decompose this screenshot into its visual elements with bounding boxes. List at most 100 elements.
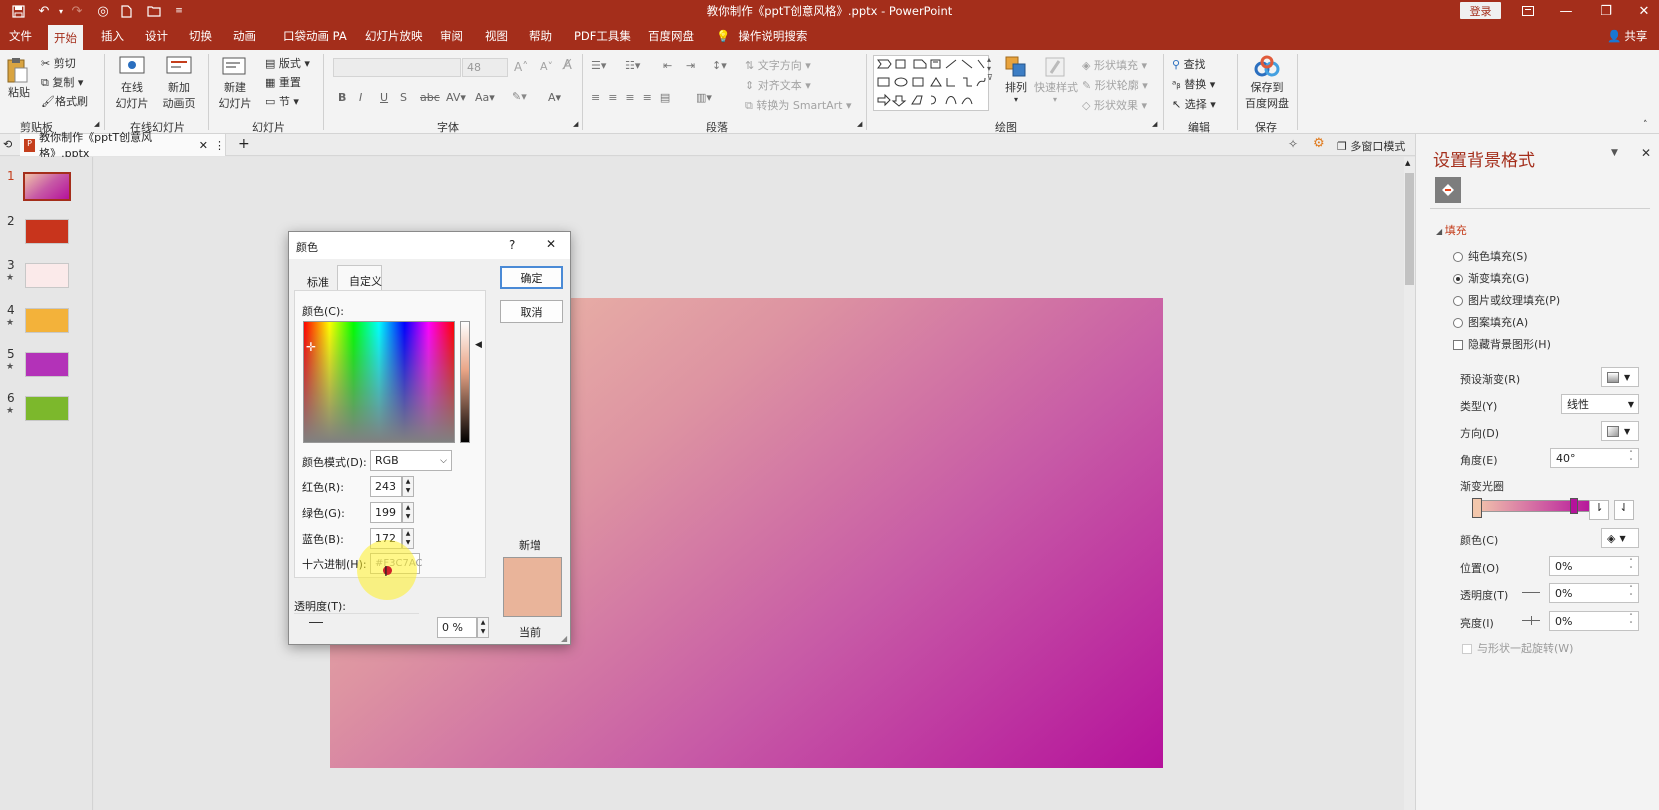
tab-slideshow[interactable]: 幻灯片放映 (365, 22, 423, 50)
color-spectrum[interactable] (303, 321, 455, 443)
align-text-button[interactable]: ⇕ 对齐文本 ▾ (745, 77, 811, 93)
section-button[interactable]: ▭ 节 ▾ (265, 93, 299, 109)
share-button[interactable]: 👤 共享 (1607, 22, 1647, 50)
transparency-input[interactable]: 0 % (437, 617, 477, 638)
position-input[interactable]: 0% ˄ ˅ (1549, 556, 1639, 576)
font-launcher-icon[interactable]: ◢ (573, 120, 578, 128)
paragraph-launcher-icon[interactable]: ◢ (857, 120, 862, 128)
fill-section-header[interactable]: ◢ 填充 (1436, 222, 1467, 238)
char-spacing-icon[interactable]: AV▾ (446, 91, 466, 104)
ribbon-display-icon[interactable] (1518, 0, 1538, 22)
slide-thumbnail-6[interactable] (25, 396, 69, 421)
pane-close-icon[interactable]: ✕ (1641, 146, 1651, 160)
layout-button[interactable]: ▤ 版式 ▾ (265, 55, 310, 71)
transparency-input[interactable]: 0% ˄ ˅ (1549, 583, 1639, 603)
new-slide-button[interactable]: 新建 幻灯片 (214, 55, 256, 111)
remove-stop-icon[interactable]: ⇃ (1614, 500, 1634, 520)
numbering-icon[interactable]: ☷▾ (625, 59, 640, 72)
slide-thumbnail-1[interactable] (23, 172, 71, 201)
slide-thumbnail-4[interactable] (25, 308, 69, 333)
new-animation-page-button[interactable]: 新加 动画页 (156, 55, 202, 111)
document-tab[interactable]: P 教你制作《pptT创意风格》.pptx ✕ ⋮ (20, 131, 226, 160)
fill-category-icon[interactable] (1435, 177, 1461, 203)
text-direction-button[interactable]: ⇅ 文字方向 ▾ (745, 57, 811, 73)
color-mode-select[interactable]: RGB ⌵ (370, 450, 452, 471)
bullets-icon[interactable]: ☰▾ (591, 59, 606, 72)
find-button[interactable]: ⚲ 查找 (1172, 56, 1206, 72)
reset-button[interactable]: ▦ 重置 (265, 74, 301, 90)
tab-custom[interactable]: 自定义 (349, 273, 382, 289)
resize-grip-icon[interactable]: ◢ (561, 634, 567, 643)
preset-gradient-dropdown[interactable]: ▼ (1601, 367, 1639, 387)
login-button[interactable]: 登录 (1460, 2, 1501, 19)
highlight-icon[interactable]: ✎▾ (512, 90, 527, 103)
font-name-box[interactable] (333, 58, 461, 77)
tell-me-search[interactable]: 💡 操作说明搜索 (716, 22, 807, 50)
clear-format-icon[interactable]: A̸ (563, 58, 572, 73)
tab-view[interactable]: 视图 (485, 22, 508, 50)
tab-design[interactable]: 设计 (145, 22, 168, 50)
luminance-slider[interactable] (460, 321, 470, 443)
tab-pdf-tools[interactable]: PDF工具集 (574, 22, 631, 50)
tab-pocket-animation[interactable]: 口袋动画 PA (283, 22, 347, 50)
close-window-icon[interactable]: ✕ (1634, 0, 1654, 22)
angle-input[interactable]: 40° ˄ ˅ (1550, 448, 1639, 468)
shape-outline-button[interactable]: ✎ 形状轮廓 ▾ (1082, 77, 1148, 93)
tab-insert[interactable]: 插入 (101, 22, 124, 50)
slide-thumbnail-3[interactable] (25, 263, 69, 288)
decrease-indent-icon[interactable]: ⇤ (663, 59, 672, 72)
dialog-close-icon[interactable]: ✕ (546, 237, 556, 251)
clipboard-launcher-icon[interactable]: ◢ (94, 120, 99, 128)
shape-effects-button[interactable]: ◇ 形状效果 ▾ (1082, 97, 1147, 113)
gradient-stop-2[interactable] (1570, 498, 1578, 514)
tab-list-icon[interactable]: ⟲ (3, 138, 12, 151)
tab-menu-icon[interactable]: ⋮ (214, 139, 225, 152)
green-spinner[interactable]: ▲ ▼ (402, 502, 414, 523)
cancel-button[interactable]: 取消 (500, 300, 563, 323)
change-case-icon[interactable]: Aa▾ (475, 91, 495, 104)
radio-pattern-fill[interactable]: 图案填充(A) (1453, 314, 1528, 330)
vertical-scrollbar[interactable]: ▲ (1404, 157, 1415, 810)
scroll-thumb[interactable] (1405, 173, 1414, 285)
settings-gear-icon[interactable]: ⚙ (1313, 136, 1325, 151)
underline-icon[interactable]: U (380, 91, 388, 104)
shadow-icon[interactable]: S (400, 91, 407, 104)
pane-options-icon[interactable]: ▼ (1611, 148, 1618, 158)
minimize-icon[interactable]: — (1556, 0, 1576, 22)
tab-review[interactable]: 审阅 (440, 22, 463, 50)
radio-gradient-fill[interactable]: 渐变填充(G) (1453, 270, 1529, 286)
increase-indent-icon[interactable]: ⇥ (686, 59, 695, 72)
spin-arrows-icon[interactable]: ˄ ˅ (1626, 450, 1636, 466)
scroll-up-icon[interactable]: ▲ (1405, 159, 1410, 167)
tab-standard[interactable]: 标准 (307, 274, 329, 290)
columns-icon[interactable]: ▥▾ (696, 91, 712, 104)
color-dropdown[interactable]: ◈ ▼ (1601, 528, 1639, 548)
font-color-icon[interactable]: A▾ (548, 91, 561, 104)
rotate-with-shape-checkbox[interactable]: 与形状一起旋转(W) (1462, 640, 1573, 656)
replace-button[interactable]: ᵃᵦ 替换 ▾ (1172, 76, 1215, 92)
shapes-gallery[interactable] (873, 55, 989, 111)
hide-background-checkbox[interactable]: 隐藏背景图形(H) (1453, 336, 1551, 352)
luminance-arrow-icon[interactable]: ◀ (475, 340, 482, 350)
slide-thumbnail-2[interactable] (25, 219, 69, 244)
arrange-button[interactable]: 排列 ▾ (1001, 55, 1031, 104)
multi-window-button[interactable]: ❐ 多窗口模式 (1337, 138, 1405, 154)
strikethrough-icon[interactable]: abc (420, 91, 440, 104)
line-spacing-icon[interactable]: ↕▾ (712, 59, 727, 72)
shape-fill-button[interactable]: ◈ 形状填充 ▾ (1082, 57, 1147, 73)
brightness-input[interactable]: 0% ˄ ˅ (1549, 611, 1639, 631)
quick-styles-button[interactable]: 快速样式 ▾ (1034, 55, 1078, 104)
collapse-ribbon-icon[interactable]: ˄ (1643, 120, 1648, 130)
spin-arrows-icon[interactable]: ˄ ˅ (1626, 585, 1636, 601)
green-input[interactable]: 199 (370, 502, 402, 523)
tab-baidu-netdisk[interactable]: 百度网盘 (648, 22, 694, 50)
shrink-font-icon[interactable]: A˅ (540, 60, 553, 73)
select-button[interactable]: ↖ 选择 ▾ (1172, 96, 1216, 112)
gradient-stop-1[interactable] (1472, 498, 1482, 518)
copy-button[interactable]: ⧉ 复制 ▾ (41, 74, 83, 90)
bold-icon[interactable]: B (338, 91, 346, 104)
drawing-launcher-icon[interactable]: ◢ (1152, 120, 1157, 128)
ok-button[interactable]: 确定 (500, 266, 563, 289)
direction-dropdown[interactable]: ▼ (1601, 421, 1639, 441)
radio-picture-fill[interactable]: 图片或纹理填充(P) (1453, 292, 1560, 308)
